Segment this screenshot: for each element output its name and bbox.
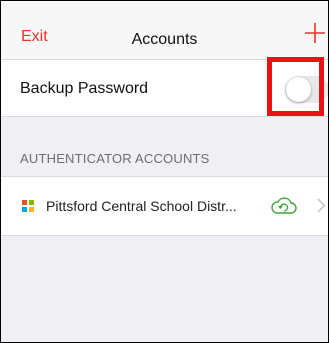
navigation-bar: Exit Accounts	[1, 1, 328, 60]
section-header: AUTHENTICATOR ACCOUNTS	[20, 151, 210, 166]
cloud-sync-icon	[271, 197, 297, 214]
account-row[interactable]: Pittsford Central School Distr...	[1, 176, 328, 236]
accounts-screen: Exit Accounts Backup Password AUTHENTICA…	[0, 0, 329, 343]
microsoft-logo-icon	[22, 200, 34, 212]
backup-password-label: Backup Password	[20, 80, 149, 97]
page-title: Accounts	[131, 31, 198, 48]
add-account-plus-icon[interactable]	[305, 23, 325, 43]
account-name: Pittsford Central School Distr...	[46, 198, 237, 214]
chevron-right-icon[interactable]	[317, 198, 326, 213]
backup-password-toggle[interactable]	[285, 76, 328, 103]
toggle-knob	[286, 77, 311, 102]
backup-password-row: Backup Password	[1, 60, 328, 117]
